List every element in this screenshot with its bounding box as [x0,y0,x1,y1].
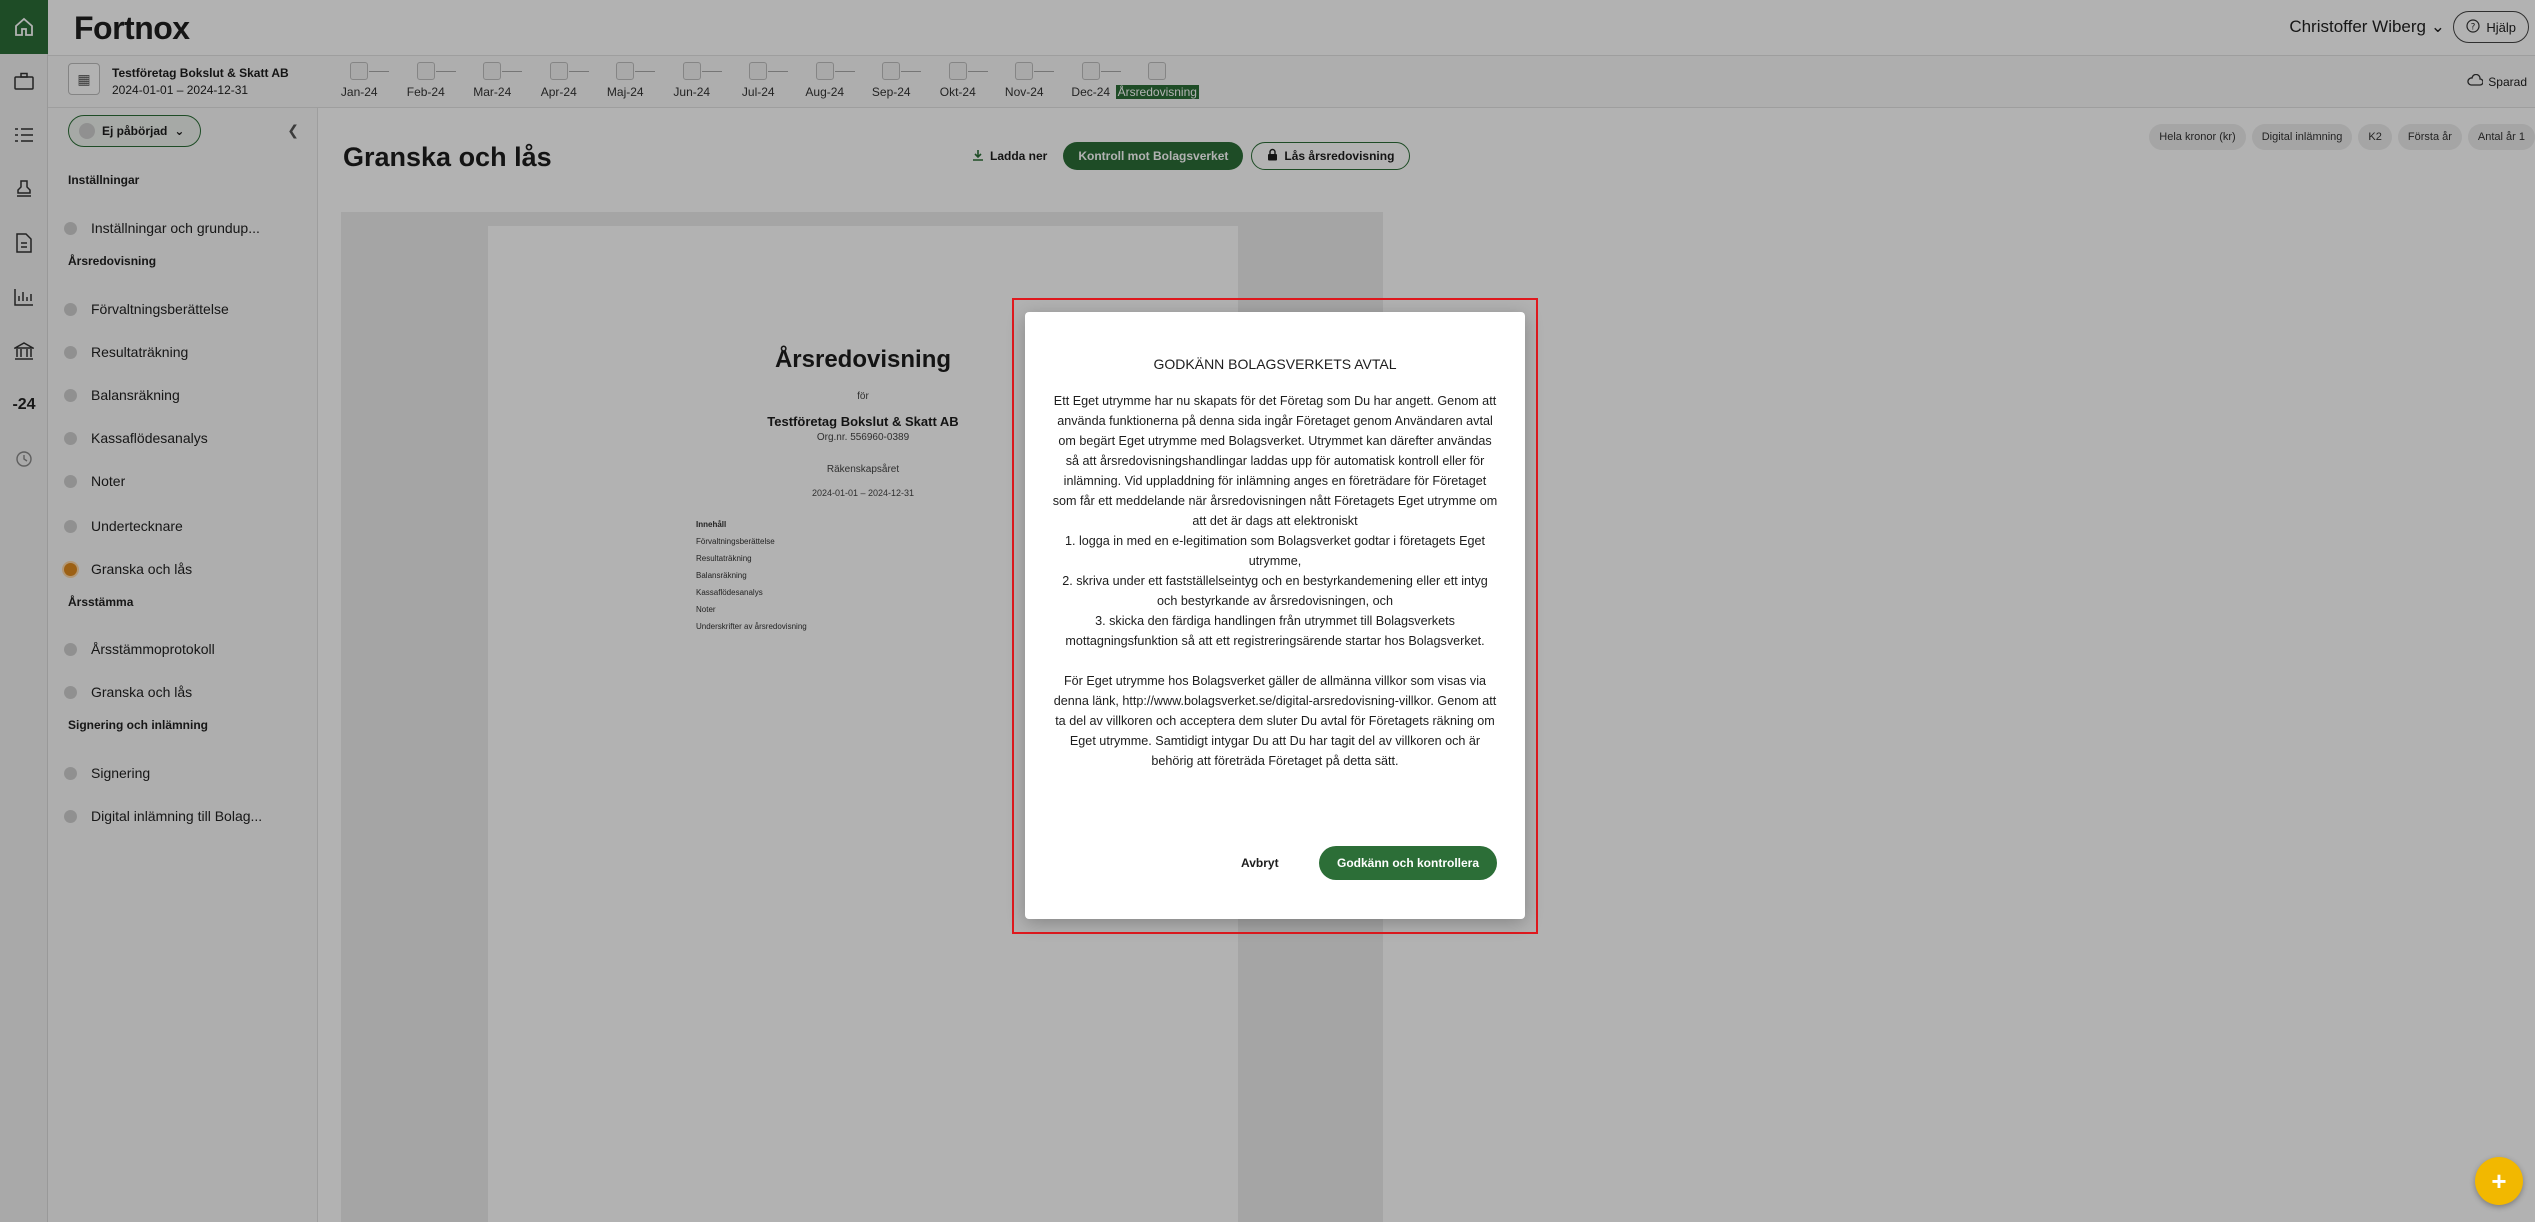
dialog-paragraph: Ett Eget utrymme har nu skapats för det … [1052,394,1498,528]
approve-and-check-button[interactable]: Godkänn och kontrollera [1319,846,1497,880]
dialog-body: Ett Eget utrymme har nu skapats för det … [1051,391,1499,771]
dialog-terms-paragraph: För Eget utrymme hos Bolagsverket gäller… [1053,674,1497,768]
agreement-dialog: GODKÄNN BOLAGSVERKETS AVTAL Ett Eget utr… [1025,312,1525,919]
dialog-title: GODKÄNN BOLAGSVERKETS AVTAL [1153,356,1397,372]
add-fab-button[interactable]: + [2475,1157,2523,1205]
dialog-step: 1. logga in med en e-legitimation som Bo… [1064,534,1486,568]
plus-icon: + [2491,1165,2507,1196]
cancel-button[interactable]: Avbryt [1241,856,1279,870]
dialog-step: 3. skicka den färdiga handlingen från ut… [1065,614,1485,648]
dialog-step: 2. skriva under ett fastställelseintyg o… [1062,574,1488,608]
